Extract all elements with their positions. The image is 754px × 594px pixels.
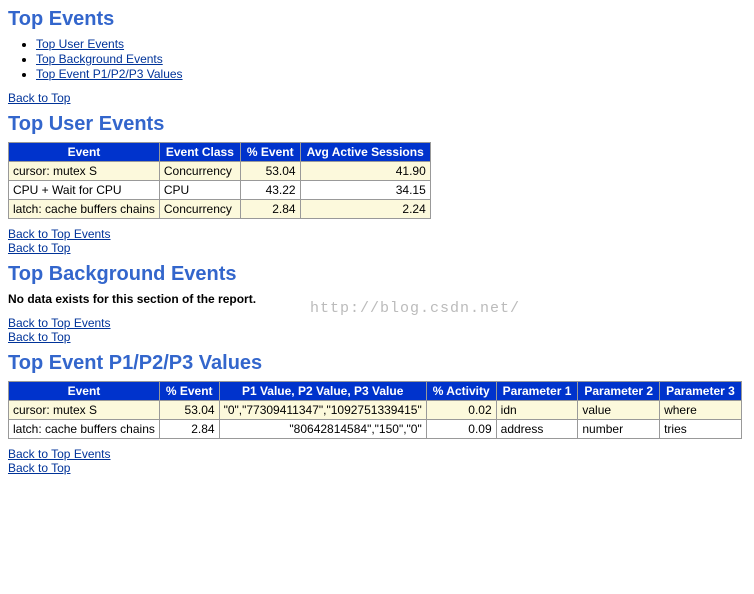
cell-event: cursor: mutex S (9, 401, 160, 420)
col-event-class: Event Class (159, 143, 240, 162)
col-pct-activity: % Activity (426, 382, 496, 401)
col-param3: Parameter 3 (660, 382, 742, 401)
col-param2: Parameter 2 (578, 382, 660, 401)
link-back-to-top-events[interactable]: Back to Top Events (8, 227, 111, 241)
cell-event-class: CPU (159, 181, 240, 200)
cell-pct-event: 2.84 (240, 200, 300, 219)
cell-event: cursor: mutex S (9, 162, 160, 181)
col-avg-active-sessions: Avg Active Sessions (300, 143, 430, 162)
col-pct-event: % Event (159, 382, 219, 401)
link-back-to-top-events[interactable]: Back to Top Events (8, 447, 111, 461)
cell-avg-active-sessions: 34.15 (300, 181, 430, 200)
col-event: Event (9, 143, 160, 162)
cell-pct-event: 53.04 (240, 162, 300, 181)
cell-param1: address (496, 420, 578, 439)
table-row: cursor: mutex S 53.04 "0","77309411347",… (9, 401, 742, 420)
cell-param3: tries (660, 420, 742, 439)
table-top-user-events: Event Event Class % Event Avg Active Ses… (8, 142, 431, 219)
cell-param3: where (660, 401, 742, 420)
link-top-event-p1p2p3[interactable]: Top Event P1/P2/P3 Values (36, 67, 183, 81)
top-events-nav-list: Top User Events Top Background Events To… (36, 37, 746, 81)
cell-pct-event: 43.22 (240, 181, 300, 200)
cell-param1: idn (496, 401, 578, 420)
cell-pct-event: 53.04 (159, 401, 219, 420)
link-back-to-top[interactable]: Back to Top (8, 461, 70, 475)
cell-event: latch: cache buffers chains (9, 420, 160, 439)
table-row: cursor: mutex S Concurrency 53.04 41.90 (9, 162, 431, 181)
table-row: CPU + Wait for CPU CPU 43.22 34.15 (9, 181, 431, 200)
cell-p1p2p3: "0","77309411347","1092751339415" (219, 401, 426, 420)
link-top-user-events[interactable]: Top User Events (36, 37, 124, 51)
col-event: Event (9, 382, 160, 401)
cell-pct-activity: 0.02 (426, 401, 496, 420)
cell-event-class: Concurrency (159, 162, 240, 181)
heading-top-events: Top Events (8, 8, 746, 31)
table-top-event-p1p2p3: Event % Event P1 Value, P2 Value, P3 Val… (8, 381, 742, 439)
cell-param2: number (578, 420, 660, 439)
link-back-to-top[interactable]: Back to Top (8, 330, 70, 344)
col-param1: Parameter 1 (496, 382, 578, 401)
link-back-to-top[interactable]: Back to Top (8, 241, 70, 255)
cell-p1p2p3: "80642814584","150","0" (219, 420, 426, 439)
link-back-to-top[interactable]: Back to Top (8, 91, 70, 105)
cell-event: latch: cache buffers chains (9, 200, 160, 219)
cell-event-class: Concurrency (159, 200, 240, 219)
no-data-message: No data exists for this section of the r… (8, 292, 746, 306)
link-back-to-top-events[interactable]: Back to Top Events (8, 316, 111, 330)
cell-pct-event: 2.84 (159, 420, 219, 439)
table-row: latch: cache buffers chains 2.84 "806428… (9, 420, 742, 439)
col-p1p2p3: P1 Value, P2 Value, P3 Value (219, 382, 426, 401)
heading-top-user-events: Top User Events (8, 113, 746, 136)
heading-top-background-events: Top Background Events (8, 263, 746, 286)
link-top-background-events[interactable]: Top Background Events (36, 52, 163, 66)
heading-top-event-p1p2p3: Top Event P1/P2/P3 Values (8, 352, 746, 375)
table-row: latch: cache buffers chains Concurrency … (9, 200, 431, 219)
cell-param2: value (578, 401, 660, 420)
cell-event: CPU + Wait for CPU (9, 181, 160, 200)
cell-avg-active-sessions: 2.24 (300, 200, 430, 219)
cell-avg-active-sessions: 41.90 (300, 162, 430, 181)
col-pct-event: % Event (240, 143, 300, 162)
cell-pct-activity: 0.09 (426, 420, 496, 439)
